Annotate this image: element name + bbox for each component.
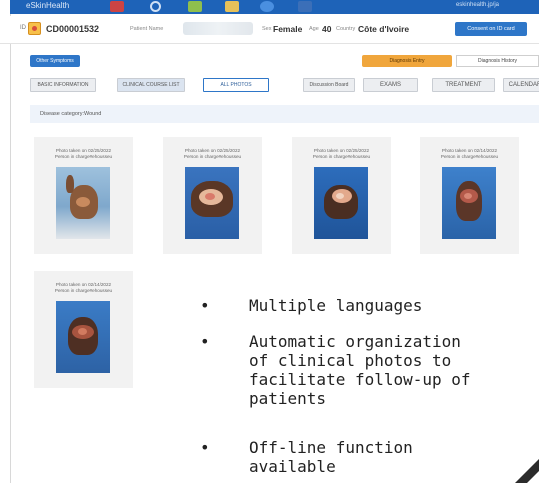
brand-logo[interactable]: eSkinHealth <box>26 1 69 10</box>
bullet-dot: • <box>200 438 210 457</box>
home-icon[interactable] <box>110 1 124 12</box>
user-icon[interactable] <box>298 1 312 12</box>
diagnosis-history-button[interactable]: Diagnosis History <box>456 55 539 67</box>
bullet-text: Off-line function available <box>249 438 413 476</box>
calendar-icon[interactable] <box>225 1 239 12</box>
tab-treatment[interactable]: TREATMENT <box>432 78 495 92</box>
disease-category: Disease category:Wound <box>40 111 102 117</box>
patient-logo-icon <box>28 22 41 35</box>
settings-icon[interactable] <box>260 1 274 12</box>
tab-calendar[interactable]: CALENDAR <box>503 78 539 92</box>
bullet-text: Multiple languages <box>249 296 423 315</box>
search-icon[interactable] <box>150 1 161 12</box>
photo-person: Person in charge#ehousseu <box>440 154 499 159</box>
bullet-dot: • <box>200 296 210 315</box>
photo-person: Person in charge#ehousseu <box>312 154 371 159</box>
tab-exams[interactable]: EXAMS <box>363 78 418 92</box>
age-label: Age <box>309 26 319 32</box>
photo-card[interactable]: Photo taken on 02/14/2022 Person in char… <box>420 137 519 254</box>
tab-basic-information[interactable]: BASIC INFORMATION <box>30 78 96 92</box>
photo-person: Person in charge#ehousseu <box>54 288 113 293</box>
wound-photo[interactable] <box>185 167 239 239</box>
photo-card[interactable]: Photo taken on 02/25/2022 Person in char… <box>163 137 262 254</box>
photo-card[interactable]: Photo taken on 02/25/2022 Person in char… <box>34 137 133 254</box>
top-bar: eSkinHealth eskinhealth.jp/ja <box>10 0 539 14</box>
consent-button[interactable]: Consent on ID card <box>455 22 527 36</box>
country-label: Country <box>336 26 356 32</box>
other-symptoms-button[interactable]: Other Symptoms <box>30 55 80 67</box>
left-edge-divider <box>10 14 11 483</box>
patient-id: CD00001532 <box>46 24 100 34</box>
screen: eSkinHealth eskinhealth.jp/ja ID CD00001… <box>0 0 539 483</box>
patient-header: ID CD00001532 Patient Name Sex Female Ag… <box>0 16 539 44</box>
photo-person: Person in charge#ehousseu <box>183 154 242 159</box>
patient-sex: Female <box>273 24 303 34</box>
chart-icon[interactable] <box>188 1 202 12</box>
photo-person: Person in charge#ehousseu <box>54 154 113 159</box>
corner-decoration <box>515 459 539 483</box>
patient-name-label: Patient Name <box>130 26 164 32</box>
disease-category-bar: Disease category:Wound <box>30 105 539 123</box>
tab-clinical-course-list[interactable]: CLINICAL COURSE LIST <box>117 78 185 92</box>
wound-photo[interactable] <box>56 301 110 373</box>
patient-id-prefix: ID <box>20 25 26 31</box>
bullet-dot: • <box>200 332 210 351</box>
sex-label: Sex <box>262 26 272 32</box>
wound-photo[interactable] <box>314 167 368 239</box>
patient-name-blurred <box>183 22 253 35</box>
diagnosis-entry-button[interactable]: Diagnosis Entry <box>362 55 452 67</box>
top-link[interactable]: eskinhealth.jp/ja <box>456 2 499 8</box>
patient-age: 40 <box>322 24 332 34</box>
photo-card[interactable]: Photo taken on 02/14/2022 Person in char… <box>34 271 133 388</box>
photo-card[interactable]: Photo taken on 02/25/2022 Person in char… <box>292 137 391 254</box>
tab-discussion-board[interactable]: Discussion Board <box>303 78 355 92</box>
wound-photo[interactable] <box>56 167 110 239</box>
wound-photo[interactable] <box>442 167 496 239</box>
patient-country: Côte d'Ivoire <box>358 24 410 34</box>
bullet-text: Automatic organization of clinical photo… <box>249 332 471 408</box>
tab-all-photos[interactable]: ALL PHOTOS <box>203 78 269 92</box>
